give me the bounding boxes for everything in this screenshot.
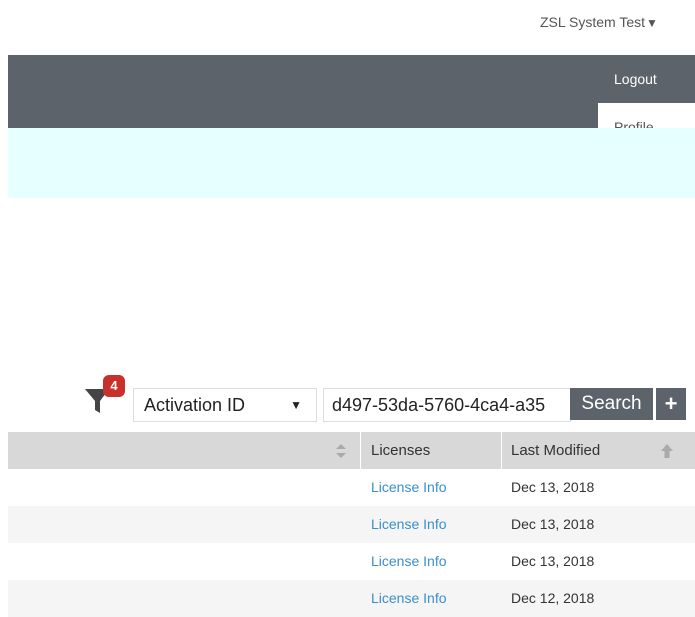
license-info-link[interactable]: License Info [371, 580, 447, 617]
last-modified-cell: Dec 12, 2018 [511, 590, 595, 606]
caret-down-icon: ▼ [646, 16, 658, 30]
table-header: Licenses Last Modified [8, 432, 695, 469]
user-menu[interactable]: ZSL System Test▼ [540, 14, 658, 30]
license-info-link[interactable]: License Info [371, 506, 447, 543]
add-button[interactable]: + [656, 388, 686, 420]
table-row: License Info Dec 12, 2018 [8, 580, 695, 617]
table-row: License Info Dec 13, 2018 [8, 543, 695, 580]
last-modified-cell: Dec 13, 2018 [511, 553, 595, 569]
last-modified-cell: Dec 13, 2018 [511, 479, 595, 495]
last-modified-cell: Dec 13, 2018 [511, 516, 595, 532]
search-button[interactable]: Search [570, 388, 653, 420]
caret-down-icon: ▼ [290, 398, 302, 412]
license-info-link[interactable]: License Info [371, 469, 447, 506]
sort-ascending-icon[interactable] [660, 443, 674, 459]
filter-count-badge: 4 [103, 375, 125, 397]
logout-menu-item[interactable]: Logout [598, 55, 695, 103]
table-body: License Info Dec 13, 2018 License Info D… [8, 469, 695, 617]
banner-bar [8, 128, 695, 198]
table-row: License Info Dec 13, 2018 [8, 469, 695, 506]
search-field-value: Activation ID [144, 395, 246, 415]
user-name: ZSL System Test [540, 14, 646, 30]
column-header-blank[interactable] [8, 432, 361, 469]
sort-icon[interactable] [335, 443, 347, 459]
top-navigation-bar [8, 55, 695, 128]
table-row: License Info Dec 13, 2018 [8, 506, 695, 543]
column-header-licenses[interactable]: Licenses [361, 432, 502, 469]
search-field-select[interactable]: Activation ID ▼ [133, 388, 317, 422]
search-input[interactable] [323, 388, 571, 422]
license-info-link[interactable]: License Info [371, 543, 447, 580]
